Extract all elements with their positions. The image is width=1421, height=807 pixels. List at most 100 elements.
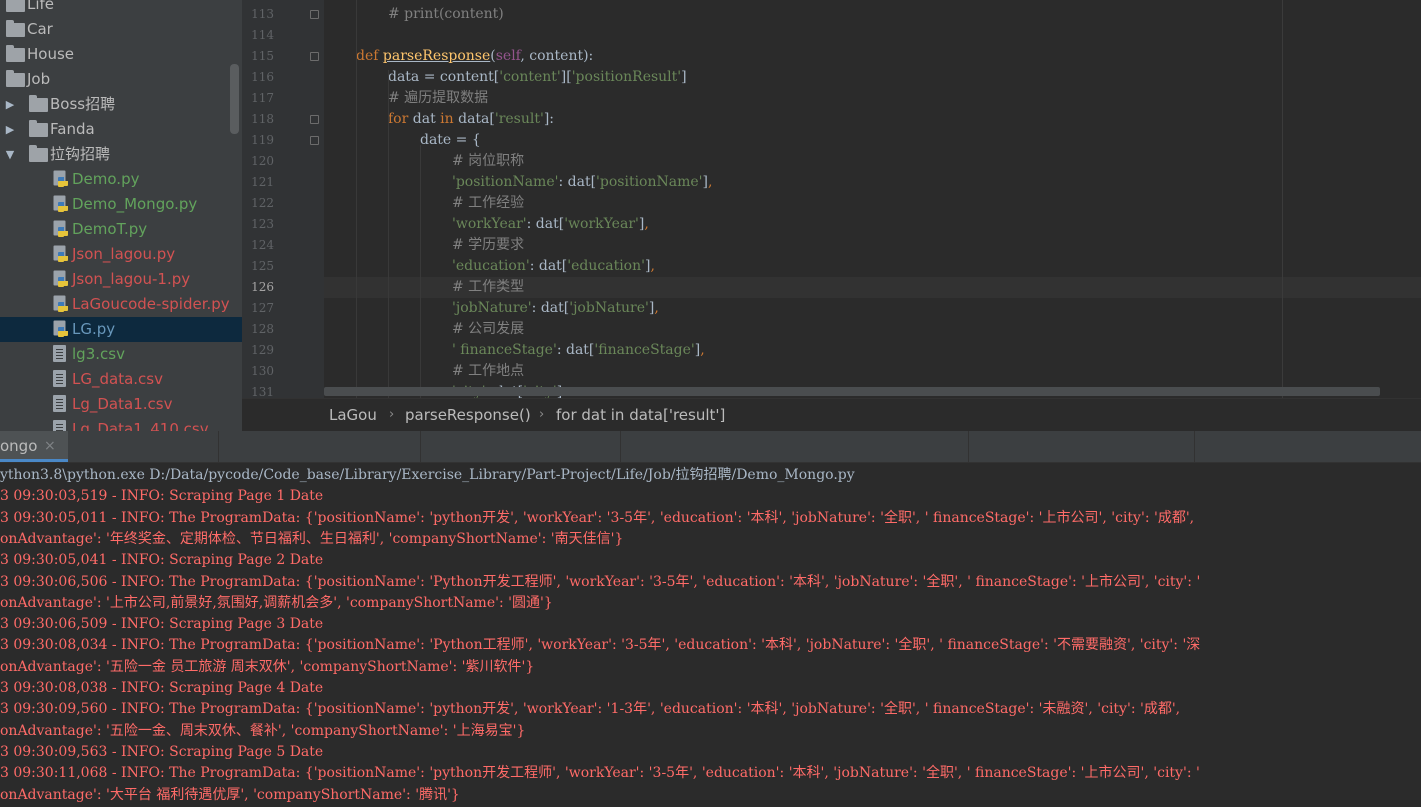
console-line: 3 09:30:06,509 - INFO: Scraping Page 3 D… <box>0 616 324 633</box>
tree-file[interactable]: Demo_Mongo.py <box>0 192 242 217</box>
close-icon[interactable]: × <box>44 431 56 461</box>
console-line: 3 09:30:03,519 - INFO: Scraping Page 1 D… <box>0 488 324 505</box>
console-line: 3 09:30:09,560 - INFO: The ProgramData: … <box>0 701 1181 718</box>
line-number: 123 <box>251 217 274 231</box>
tree-folder[interactable]: Job <box>0 67 242 92</box>
line-number: 113 <box>251 7 274 21</box>
tree-folder[interactable]: Life <box>0 0 242 17</box>
tree-file[interactable]: Json_lagou-1.py <box>0 267 242 292</box>
breadcrumb-separator-icon: › <box>539 407 545 422</box>
tree-item-label: 拉钩招聘 <box>50 145 111 163</box>
tree-file[interactable]: Lg_Data1.csv <box>0 392 242 417</box>
tree-item-label: Lg_Data1_410.csv <box>72 420 209 431</box>
run-console-output[interactable]: ython3.8\python.exe D:/Data/pycode/Code_… <box>0 463 1421 807</box>
tab-divider <box>420 431 421 462</box>
console-line: 3 09:30:08,038 - INFO: Scraping Page 4 D… <box>0 680 324 696</box>
right-margin-guide <box>1282 0 1283 398</box>
tree-file[interactable]: Json_lagou.py <box>0 242 242 267</box>
indent-guide <box>356 0 357 398</box>
line-number: 120 <box>251 154 274 168</box>
fold-marker-icon[interactable] <box>310 10 319 19</box>
collapse-arrow-icon[interactable]: ▶ <box>3 117 17 142</box>
tree-file[interactable]: Demo.py <box>0 167 242 192</box>
line-number: 122 <box>251 196 274 210</box>
code-line: # print(content) <box>388 6 504 22</box>
code-line: # 遍历提取数据 <box>388 90 489 106</box>
tab-divider <box>1194 431 1195 462</box>
tree-file[interactable]: DemoT.py <box>0 217 242 242</box>
tree-folder[interactable]: ▶ Fanda <box>0 117 242 142</box>
console-line: 3 09:30:05,011 - INFO: The ProgramData: … <box>0 509 1195 526</box>
tree-item-label: Demo_Mongo.py <box>72 195 198 213</box>
expand-arrow-icon[interactable]: ▼ <box>3 142 17 167</box>
code-line: 'workYear': dat['workYear'], <box>452 216 649 232</box>
fold-marker-icon[interactable] <box>310 52 319 61</box>
tab-divider <box>968 431 969 462</box>
line-number: 126 <box>251 280 274 294</box>
breadcrumb-item-loop[interactable]: for dat in data['result'] <box>556 399 725 431</box>
python-file-icon <box>53 270 68 287</box>
console-line: onAdvantage': '上市公司,前景好,氛围好,调薪机会多', 'com… <box>0 594 553 611</box>
fold-marker-icon[interactable] <box>310 136 319 145</box>
folder-icon <box>6 70 25 87</box>
line-number: 125 <box>251 259 274 273</box>
tree-item-label: Life <box>27 0 55 13</box>
tree-folder[interactable]: ▶ Boss招聘 <box>0 92 242 117</box>
line-number: 119 <box>251 133 274 147</box>
console-line: 3 09:30:09,563 - INFO: Scraping Page 5 D… <box>0 743 324 760</box>
line-number: 124 <box>251 238 274 252</box>
tree-item-label: Car <box>27 20 53 38</box>
python-file-icon <box>53 170 68 187</box>
tree-scrollbar[interactable] <box>230 64 239 134</box>
console-line: 3 09:30:06,506 - INFO: The ProgramData: … <box>0 573 1201 590</box>
tree-folder[interactable]: House <box>0 42 242 67</box>
breadcrumb-item-class[interactable]: LaGou <box>329 399 377 431</box>
console-line: ython3.8\python.exe D:/Data/pycode/Code_… <box>0 467 855 483</box>
line-number: 116 <box>251 70 274 84</box>
folder-icon <box>29 95 48 112</box>
folder-icon <box>29 145 48 162</box>
breadcrumb: LaGou › parseResponse() › for dat in dat… <box>242 398 1421 431</box>
code-line: ' financeStage': dat['financeStage'], <box>452 342 705 358</box>
folder-icon <box>6 0 25 12</box>
tree-file[interactable]: Lg_Data1_410.csv <box>0 417 242 431</box>
tree-item-label: Demo.py <box>72 170 140 188</box>
collapse-arrow-icon[interactable]: ▶ <box>3 92 17 117</box>
console-line: onAdvantage': '年终奖金、定期体检、节日福利、生日福利', 'co… <box>0 530 624 547</box>
tab-divider <box>620 431 621 462</box>
code-line: # 公司发展 <box>452 321 525 337</box>
tree-item-label: lg3.csv <box>72 345 125 363</box>
tree-item-label: LG_data.csv <box>72 370 163 388</box>
run-tab-demo-mongo[interactable]: ongo × <box>0 431 68 462</box>
fold-marker-icon[interactable] <box>310 115 319 124</box>
tree-file[interactable]: LG.py <box>0 317 242 342</box>
console-line: 3 09:30:05,041 - INFO: Scraping Page 2 D… <box>0 552 324 569</box>
tree-file[interactable]: LG_data.csv <box>0 367 242 392</box>
tab-divider <box>218 431 219 462</box>
tree-item-label: LaGoucode-spider.py <box>72 295 230 313</box>
python-file-icon <box>53 245 68 262</box>
tree-folder[interactable]: ▼ 拉钩招聘 <box>0 142 242 167</box>
breadcrumb-separator-icon: › <box>389 407 395 422</box>
code-editor[interactable]: # print(content) def parseResponse(self, … <box>324 0 1421 398</box>
breadcrumb-item-function[interactable]: parseResponse() <box>405 399 531 431</box>
line-number: 117 <box>251 91 274 105</box>
editor-horizontal-scrollbar[interactable] <box>324 387 1380 396</box>
tree-item-label: Job <box>27 70 51 88</box>
python-file-icon <box>53 220 68 237</box>
console-line: onAdvantage': '大平台 福利待遇优厚', 'companyShor… <box>0 786 460 803</box>
code-line: def parseResponse(self, content): <box>356 48 594 64</box>
python-file-icon <box>53 320 68 337</box>
tree-file[interactable]: LaGoucode-spider.py <box>0 292 242 317</box>
indent-guide <box>420 145 421 398</box>
line-number: 121 <box>251 175 274 189</box>
csv-file-icon <box>53 420 66 431</box>
code-line: # 工作类型 <box>324 277 1421 298</box>
tree-item-label: Boss招聘 <box>50 95 116 113</box>
tree-file[interactable]: lg3.csv <box>0 342 242 367</box>
indent-guide <box>388 70 389 398</box>
tree-folder[interactable]: Car <box>0 17 242 42</box>
line-number: 130 <box>251 364 274 378</box>
tree-item-label: Json_lagou-1.py <box>72 270 191 288</box>
code-line: # 岗位职称 <box>452 153 525 169</box>
